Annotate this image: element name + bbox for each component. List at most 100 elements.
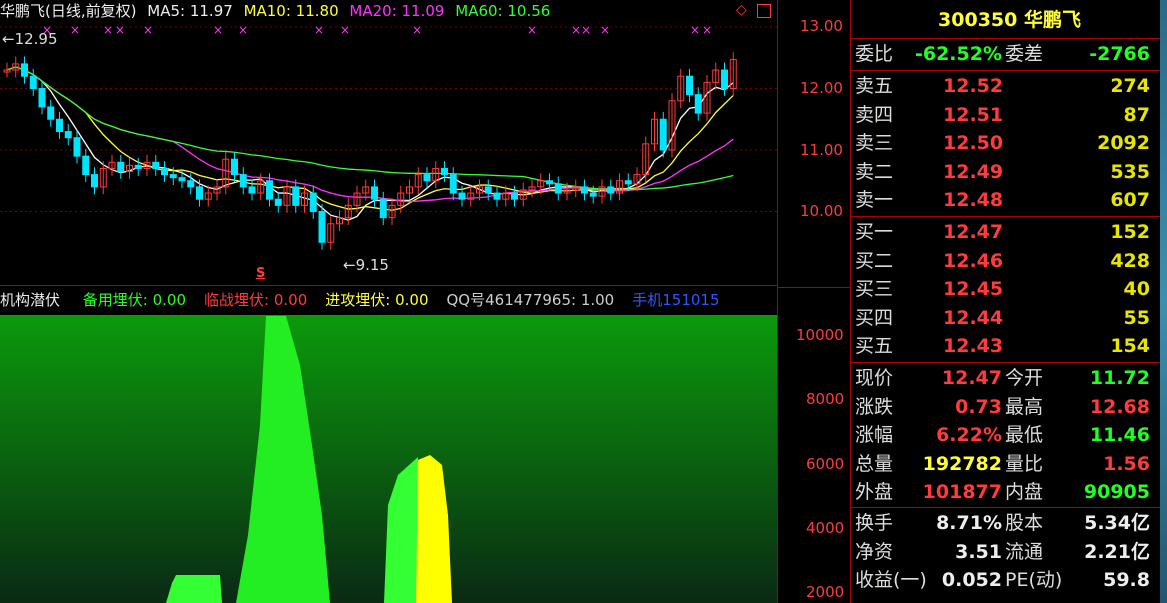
candle-body: [134, 164, 142, 169]
signal-x-marker: ×: [600, 23, 610, 37]
signal-x-marker: ×: [143, 23, 153, 37]
candle-body: [484, 186, 492, 194]
indicator-area-green: [166, 575, 222, 603]
fund-value: 5.34亿: [1084, 512, 1150, 534]
indicator-title-bar: 机构潜伏 备用埋伏: 0.00 临战埋伏: 0.00 进攻埋伏: 0.00 QQ号46…: [0, 287, 777, 313]
indicator-value-3: QQ号461477965: 1.00: [446, 291, 615, 309]
ind-tick-4000: 4000: [806, 519, 845, 537]
edge-scroll-strip[interactable]: [1160, 0, 1167, 603]
indicator-chart[interactable]: [0, 285, 777, 603]
fund-label: 收益(一): [855, 569, 927, 591]
stat-row: 总量 192782 量比 1.56: [851, 450, 1167, 478]
candle-body: [441, 167, 448, 176]
order-label: 买五: [855, 335, 894, 357]
ask-row[interactable]: 卖四 12.51 87: [851, 101, 1167, 129]
candle-body: [554, 183, 562, 194]
bid-row[interactable]: 买四 12.44 55: [851, 304, 1167, 332]
high-price-marker: ←12.95: [2, 30, 58, 48]
signal-x-marker: ×: [690, 23, 700, 37]
stat-row: 外盘 101877 内盘 90905: [851, 478, 1167, 506]
fund-value: 0.052: [941, 569, 1002, 591]
indicator-value-0: 备用埋伏: 0.00: [82, 291, 187, 309]
order-price: 12.44: [943, 306, 1004, 329]
candle-body: [589, 192, 597, 197]
stat-value: 12.47: [941, 367, 1002, 389]
order-volume: 55: [1123, 306, 1150, 329]
order-volume: 607: [1110, 189, 1150, 211]
order-label: 卖三: [855, 132, 894, 154]
stat-value: 6.22%: [936, 424, 1002, 446]
weibi-value: -62.52%: [914, 43, 1002, 65]
fund-label: 股本: [1005, 512, 1044, 534]
candle-body: [73, 137, 81, 157]
signal-x-marker: ×: [115, 23, 125, 37]
signal-x-marker: ×: [412, 23, 422, 37]
candlestick-chart[interactable]: × × × × × × × × × × × × × × × ×: [0, 0, 777, 285]
candle-body: [117, 161, 125, 173]
stat-value: 11.46: [1089, 424, 1150, 446]
stat-label: 现价: [855, 367, 894, 389]
price-tick-13: 13.00: [800, 17, 843, 35]
ind-tick-2000: 2000: [806, 583, 845, 601]
indicator-value-2: 进攻埋伏: 0.00: [325, 291, 429, 309]
order-price: 12.52: [943, 75, 1004, 97]
ask-row[interactable]: 卖二 12.49 535: [851, 158, 1167, 186]
fund-label: 换手: [855, 512, 894, 534]
bid-row[interactable]: 买五 12.43 154: [851, 332, 1167, 360]
candle-body: [721, 69, 728, 90]
bid-row[interactable]: 买三 12.45 40: [851, 275, 1167, 303]
ask-row[interactable]: 卖五 12.52 274: [851, 72, 1167, 100]
weibi-label: 委比: [855, 43, 894, 65]
order-volume: 2092: [1097, 132, 1150, 154]
stat-label: 总量: [855, 452, 894, 475]
candle-body: [91, 174, 98, 188]
order-label: 卖二: [855, 160, 894, 183]
window-button[interactable]: [757, 4, 771, 18]
separator: [851, 507, 1167, 508]
price-axis: 13.00 12.00 11.00 10.00 10000 8000 6000 …: [777, 0, 851, 603]
ind-tick-8000: 8000: [806, 390, 845, 408]
sell-signal-marker: S: [256, 266, 266, 281]
order-price: 12.46: [943, 249, 1004, 272]
stat-label: 涨跌: [855, 395, 894, 418]
bid-row[interactable]: 买一 12.47 152: [851, 218, 1167, 246]
bid-row[interactable]: 买二 12.46 428: [851, 247, 1167, 275]
candle-body: [379, 198, 387, 219]
order-label: 卖五: [855, 75, 894, 97]
order-label: 买二: [855, 249, 894, 272]
separator: [851, 216, 1167, 217]
order-volume: 40: [1123, 278, 1150, 300]
ask-row[interactable]: 卖一 12.48 607: [851, 186, 1167, 214]
diamond-icon[interactable]: ◇: [736, 2, 747, 18]
indicator-top-border: [0, 285, 777, 286]
separator: [851, 38, 1167, 39]
stat-value: 101877: [922, 481, 1002, 503]
candle-body: [196, 186, 203, 200]
ma5-label: MA5: 11.97: [147, 2, 233, 20]
ma60-label: MA60: 10.56: [455, 2, 551, 20]
fund-value: 8.71%: [936, 512, 1002, 534]
candle-body: [187, 180, 195, 188]
weicha-value: -2766: [1089, 43, 1150, 65]
order-label: 买一: [855, 221, 894, 243]
signal-x-marker: ×: [70, 23, 80, 37]
indicator-value-1: 临战埋伏: 0.00: [204, 291, 308, 309]
order-label: 买三: [855, 278, 894, 300]
separator: [851, 70, 1167, 71]
stat-row: 涨幅 6.22% 最低 11.46: [851, 421, 1167, 449]
fundamental-row: 净资 3.51 流通 2.21亿: [851, 538, 1167, 566]
signal-x-marker: ×: [238, 23, 248, 37]
candle-body: [686, 75, 693, 96]
candle-body: [423, 174, 431, 182]
low-price-marker: ←9.15: [343, 256, 389, 274]
ask-row[interactable]: 卖三 12.50 2092: [851, 129, 1167, 157]
ma20-line: [6, 66, 734, 203]
candle-body: [546, 180, 553, 185]
candle-body: [493, 192, 501, 200]
order-volume: 428: [1110, 249, 1150, 272]
ind-tick-6000: 6000: [806, 455, 845, 473]
ma10-label: MA10: 11.80: [243, 2, 339, 20]
candle-body: [178, 177, 186, 182]
axis-divider: [778, 287, 851, 288]
stat-row: 涨跌 0.73 最高 12.68: [851, 393, 1167, 421]
